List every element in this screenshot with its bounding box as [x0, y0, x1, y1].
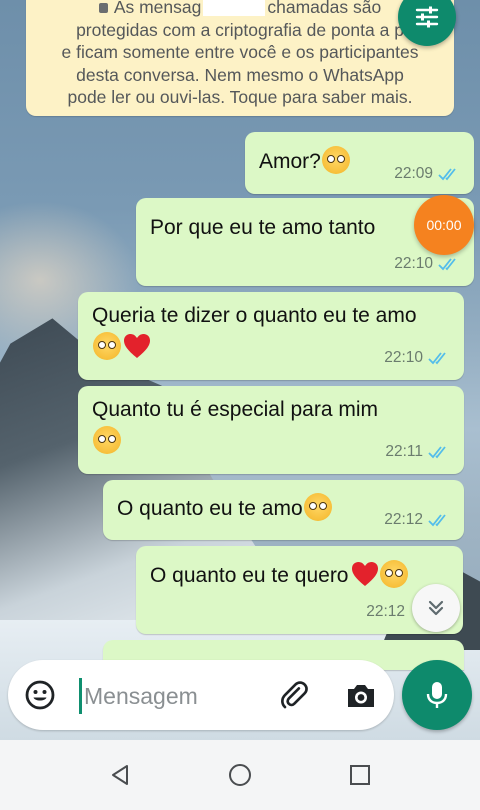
message-bubble[interactable]: O quanto eu te quero 22:12 — [136, 546, 463, 634]
message-meta: 22:11 — [385, 436, 450, 468]
triangle-back-icon[interactable] — [108, 762, 134, 788]
message-text: Queria te dizer o quanto eu te amo — [92, 300, 424, 364]
pleading-face-emoji — [93, 332, 121, 360]
message-meta: 22:09 — [394, 158, 460, 190]
read-ticks-icon — [428, 514, 446, 527]
emoji-icon[interactable] — [24, 679, 56, 711]
sliders-icon — [415, 6, 439, 28]
message-input[interactable] — [84, 678, 264, 714]
message-time: 22:12 — [384, 511, 423, 528]
message-bubble[interactable]: Quanto tu é especial para mim 22:11 — [78, 386, 464, 474]
camera-icon[interactable] — [344, 679, 378, 713]
message-time: 22:10 — [384, 349, 423, 366]
redaction-box — [203, 0, 266, 17]
notice-line-4: desta conversa. Nem mesmo o WhatsApp — [76, 64, 404, 85]
pleading-face-emoji — [379, 560, 408, 588]
timer-badge[interactable]: 00:00 — [414, 195, 474, 255]
message-time: 22:10 — [394, 255, 433, 272]
notice-line-3: e ficam somente entre você e os particip… — [61, 42, 419, 62]
red-heart-emoji — [351, 562, 378, 586]
read-ticks-icon — [438, 258, 456, 271]
lock-icon — [98, 3, 108, 14]
system-navigation-bar — [0, 740, 480, 810]
square-recents-icon[interactable] — [347, 762, 373, 788]
message-bubble[interactable]: Amor? 22:09 — [245, 132, 474, 194]
message-meta: 22:12 — [366, 596, 405, 628]
double-chevron-down-icon — [428, 600, 444, 616]
mic-icon — [426, 682, 448, 708]
encryption-notice[interactable]: As mensag chamadas são protegidas com a c… — [26, 0, 454, 116]
read-ticks-icon — [438, 168, 456, 181]
message-time: 22:09 — [394, 165, 433, 182]
pleading-face-emoji — [321, 146, 350, 174]
read-ticks-icon — [428, 446, 446, 459]
message-time: 22:12 — [366, 603, 405, 620]
notice-line-1: As mensag chamadas são — [40, 0, 440, 19]
paperclip-icon[interactable] — [278, 678, 314, 714]
pleading-face-emoji — [303, 493, 332, 521]
mic-button[interactable] — [402, 660, 472, 730]
circle-home-icon[interactable] — [227, 762, 253, 788]
scroll-to-bottom-button[interactable] — [412, 584, 460, 632]
red-heart-emoji — [124, 334, 150, 358]
text-caret — [79, 678, 82, 714]
message-bubble[interactable]: Queria te dizer o quanto eu te amo 22:10 — [78, 292, 464, 380]
message-text: O quanto eu te quero — [150, 560, 451, 592]
notice-line-5: pode ler ou ouvi-las. Toque para saber m… — [67, 87, 413, 107]
message-meta: 22:10 — [384, 342, 450, 374]
notice-line-2: protegidas com a criptografia de ponta a… — [76, 19, 404, 40]
message-composer — [8, 660, 394, 730]
read-ticks-icon — [428, 352, 446, 365]
message-time: 22:11 — [385, 443, 423, 460]
message-meta: 22:12 — [384, 504, 450, 536]
message-bubble[interactable]: O quanto eu te amo 22:12 — [103, 480, 464, 540]
pleading-face-emoji — [93, 426, 121, 454]
